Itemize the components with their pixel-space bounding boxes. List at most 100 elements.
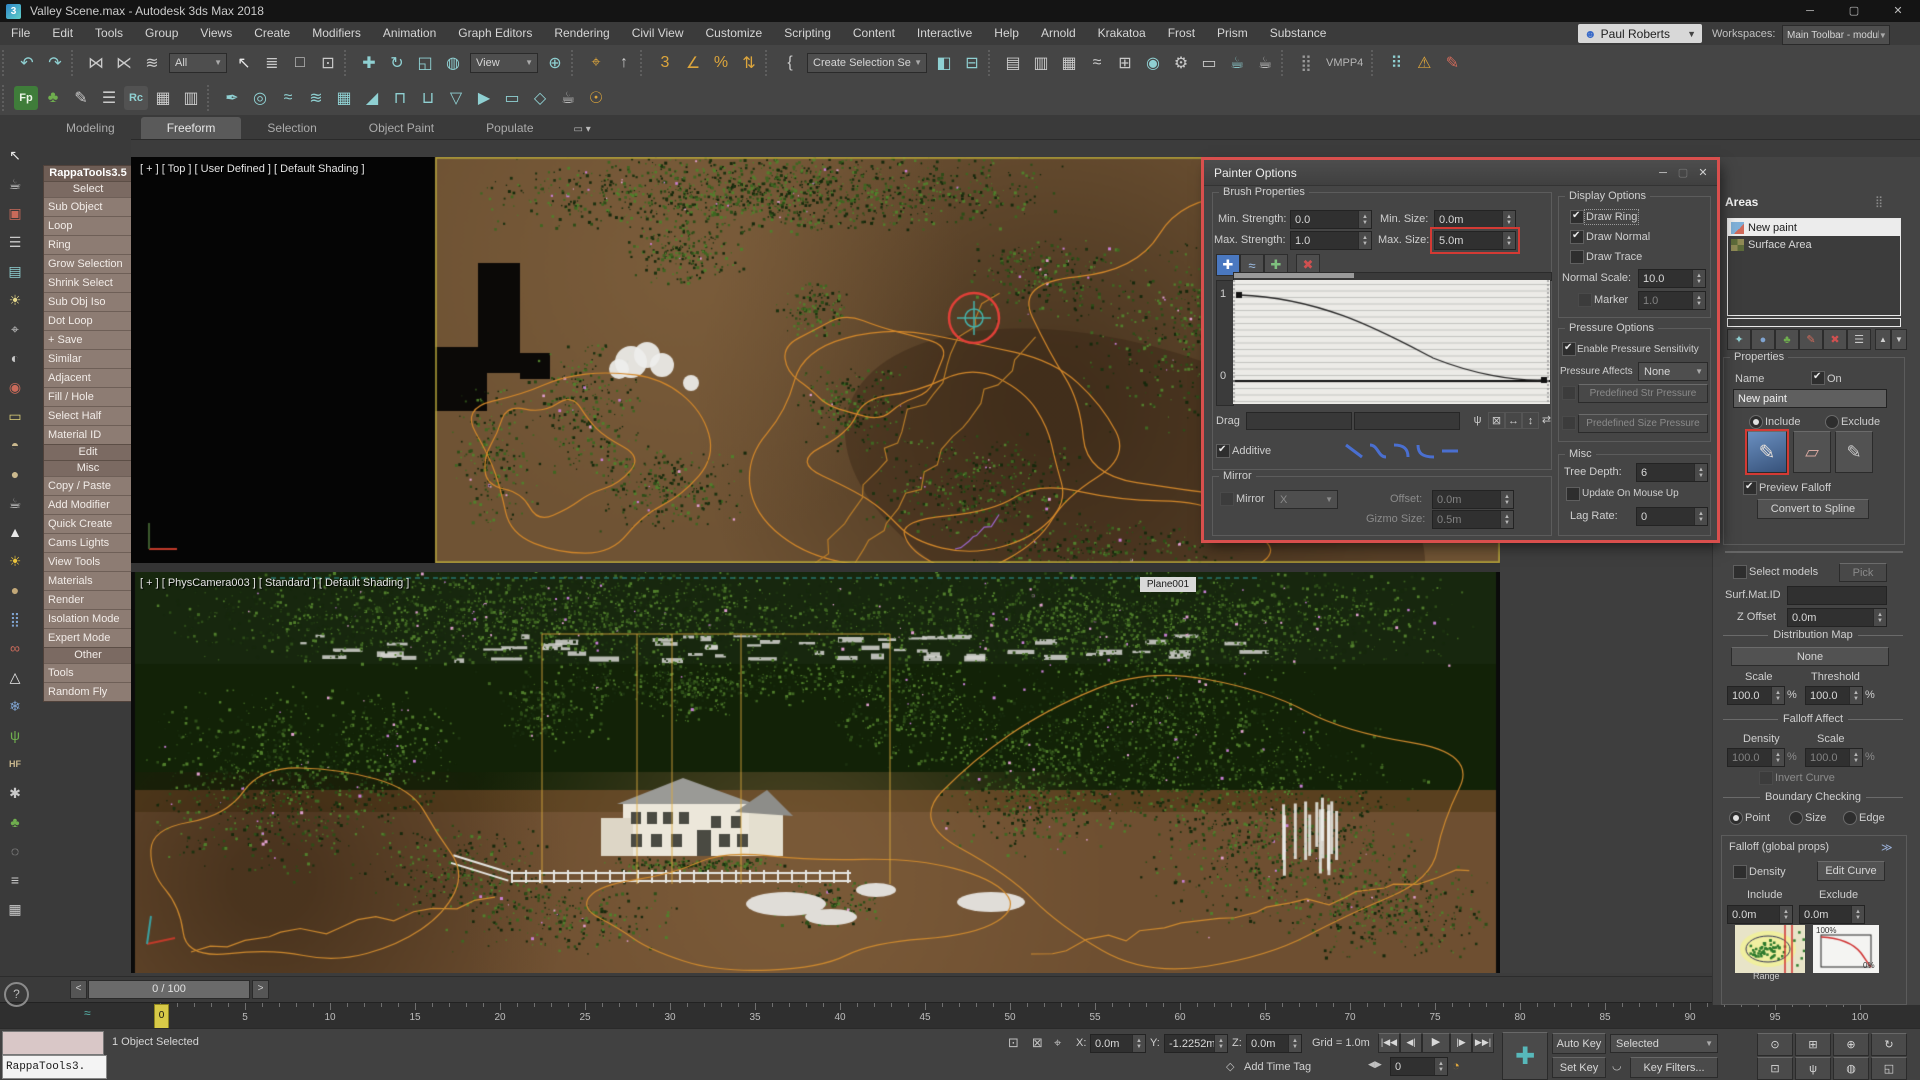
sphere-tan-icon[interactable]: ● [3, 578, 27, 602]
spinner-buttons[interactable]: ▲▼ [1779, 906, 1792, 923]
surf-mat-id-field[interactable] [1787, 586, 1887, 605]
mirror-icon[interactable]: ◧ [931, 50, 957, 76]
area-on-checkbox[interactable] [1811, 371, 1825, 385]
go-to-end-button[interactable]: ▶▶| [1472, 1033, 1494, 1053]
add-point-area-button[interactable]: ✦ [1727, 329, 1751, 350]
draw-normal-checkbox[interactable] [1570, 230, 1584, 244]
normal-scale-field[interactable]: 10.0▲▼ [1638, 269, 1706, 288]
area-list-button[interactable]: ☰ [1847, 329, 1871, 350]
selection-filter-dropdown[interactable]: All▼ [169, 53, 227, 73]
zoom-all-icon[interactable]: ⊞ [1795, 1033, 1831, 1056]
spinner-buttons[interactable]: ▲▼ [1851, 906, 1864, 923]
key-filters-button[interactable]: Key Filters... [1630, 1057, 1718, 1078]
edge-radio[interactable] [1843, 811, 1857, 825]
projector-icon[interactable]: ◐ [3, 346, 27, 370]
menu-views[interactable]: Views [189, 22, 243, 45]
zoom-extents-all-icon[interactable]: ⊕ [1833, 1033, 1869, 1056]
falloff-curve-canvas[interactable] [1233, 280, 1550, 404]
drag-field-2[interactable] [1354, 412, 1460, 430]
note-icon[interactable]: ▭ [3, 404, 27, 428]
track-bar[interactable]: 5101520253035404550556065707580859095100… [0, 1002, 1920, 1029]
dialog-minimize-button[interactable]: ─ [1653, 164, 1673, 182]
z-offset-field[interactable]: 0.0m▲▼ [1787, 608, 1887, 627]
select-and-move-icon[interactable]: ✚ [356, 50, 382, 76]
paint-brush-mode-button[interactable]: ✎ [1747, 431, 1787, 473]
rappatools-random-fly[interactable]: Random Fly [44, 682, 132, 701]
chevron-expand-icon[interactable]: ≫ [1881, 841, 1893, 854]
add-paint-area-button[interactable]: ✎ [1799, 329, 1823, 350]
fg-include-field[interactable]: 0.0m▲▼ [1727, 905, 1793, 924]
dialog-close-button[interactable]: ✕ [1693, 164, 1713, 182]
list-item[interactable]: Surface Area [1728, 236, 1900, 253]
render-production-icon[interactable]: ☕ [1224, 50, 1250, 76]
select-and-manipulate-icon[interactable]: ⌖ [583, 50, 609, 76]
snaps-toggle-icon[interactable]: 3 [652, 50, 678, 76]
tab-modeling[interactable]: Modeling [40, 117, 141, 139]
dist-scale-field[interactable]: 100.0▲▼ [1727, 686, 1785, 705]
grass-icon[interactable]: ψ [3, 723, 27, 747]
list-item[interactable]: New paint [1728, 219, 1900, 236]
key-step-icon[interactable]: ◀▶ [1368, 1059, 1382, 1070]
rappatools-expert-mode[interactable]: Expert Mode [44, 628, 132, 647]
preset-fast-out-curve-icon[interactable] [1390, 443, 1414, 459]
mini-curve-editor-icon[interactable]: ≈ [84, 1006, 91, 1020]
spinner-buttons[interactable]: ▲▼ [1214, 1035, 1227, 1052]
preset-ease-curve-icon[interactable] [1366, 443, 1390, 459]
zoom-vertical-icon[interactable]: ↕ [1522, 412, 1539, 429]
freeform-polydraw-icon[interactable]: Fp [14, 86, 38, 110]
spinner-buttons[interactable]: ▲▼ [1434, 1058, 1447, 1075]
menu-rendering[interactable]: Rendering [543, 22, 620, 45]
orbit-subobject-icon[interactable]: ◍ [1833, 1057, 1869, 1080]
minimize-button[interactable]: ─ [1788, 0, 1832, 22]
fg-exclude-field[interactable]: 0.0m▲▼ [1799, 905, 1865, 924]
spinner-buttons[interactable]: ▲▼ [1288, 1035, 1301, 1052]
zoom-icon[interactable]: ⊙ [1757, 1033, 1793, 1056]
select-object-icon[interactable]: ↖ [231, 50, 257, 76]
cursor-icon[interactable]: ↖ [3, 143, 27, 167]
undo-icon[interactable]: ↶ [14, 50, 40, 76]
target-circle-icon[interactable]: ◎ [247, 85, 273, 111]
delete-area-button[interactable]: ✖ [1823, 329, 1847, 350]
menu-customize[interactable]: Customize [695, 22, 774, 45]
next-key-button[interactable]: |▶ [1450, 1033, 1472, 1053]
preset-flat-curve-icon[interactable] [1438, 443, 1462, 459]
dist-threshold-field[interactable]: 100.0▲▼ [1805, 686, 1863, 705]
menu-substance[interactable]: Substance [1259, 22, 1338, 45]
areas-list[interactable]: New paint Surface Area [1727, 218, 1901, 316]
named-selection-dropdown[interactable]: Create Selection Se▼ [807, 53, 927, 73]
rappatools-view-tools[interactable]: View Tools [44, 552, 132, 571]
schematic-view-icon[interactable]: ⊞ [1112, 50, 1138, 76]
coordinate-display-icon[interactable]: ⌖ [1054, 1035, 1061, 1051]
rappatools-loop[interactable]: Loop [44, 216, 132, 235]
min-strength-field[interactable]: 0.0▲▼ [1290, 210, 1372, 229]
lightbulb-icon[interactable]: ☉ [583, 85, 609, 111]
bind-to-space-warp-icon[interactable]: ≋ [139, 50, 165, 76]
tab-freeform[interactable]: Freeform [141, 117, 242, 139]
auto-key-button[interactable]: Auto Key [1552, 1033, 1606, 1054]
tab-object-paint[interactable]: Object Paint [343, 117, 460, 139]
menu-prism[interactable]: Prism [1206, 22, 1259, 45]
angle-snap-icon[interactable]: ∠ [680, 50, 706, 76]
z-coordinate-field[interactable]: 0.0m▲▼ [1246, 1034, 1302, 1053]
tab-selection[interactable]: Selection [241, 117, 342, 139]
preview-falloff-checkbox[interactable] [1743, 481, 1757, 495]
rappatools-render[interactable]: Render [44, 590, 132, 609]
rock-icon[interactable]: ❄ [3, 694, 27, 718]
menu-interactive[interactable]: Interactive [906, 22, 983, 45]
y-coordinate-field[interactable]: -1.2252m▲▼ [1164, 1034, 1228, 1053]
camera-viewport-canvas[interactable] [131, 572, 1500, 973]
spinner-buttons[interactable]: ▲▼ [1132, 1035, 1145, 1052]
layer-explorer-icon[interactable]: ▥ [1028, 50, 1054, 76]
convert-to-spline-button[interactable]: Convert to Spline [1757, 499, 1869, 519]
monitor-icon[interactable]: ▭ [499, 85, 525, 111]
pyramid-icon[interactable]: △ [3, 665, 27, 689]
rappatools-sub-object[interactable]: Sub Object [44, 197, 132, 216]
ribbon-toggle-icon[interactable]: ▦ [1056, 50, 1082, 76]
time-configuration-icon[interactable]: ◔ [1452, 1058, 1460, 1073]
menu-edit[interactable]: Edit [41, 22, 84, 45]
spinner-buttons[interactable]: ▲▼ [1694, 508, 1707, 525]
noise-tool-icon[interactable]: ≋ [303, 85, 329, 111]
menu-scripting[interactable]: Scripting [773, 22, 842, 45]
pan-horizontal-icon[interactable]: ⇄ [1539, 412, 1554, 427]
object-list-icon[interactable]: ☰ [96, 85, 122, 111]
